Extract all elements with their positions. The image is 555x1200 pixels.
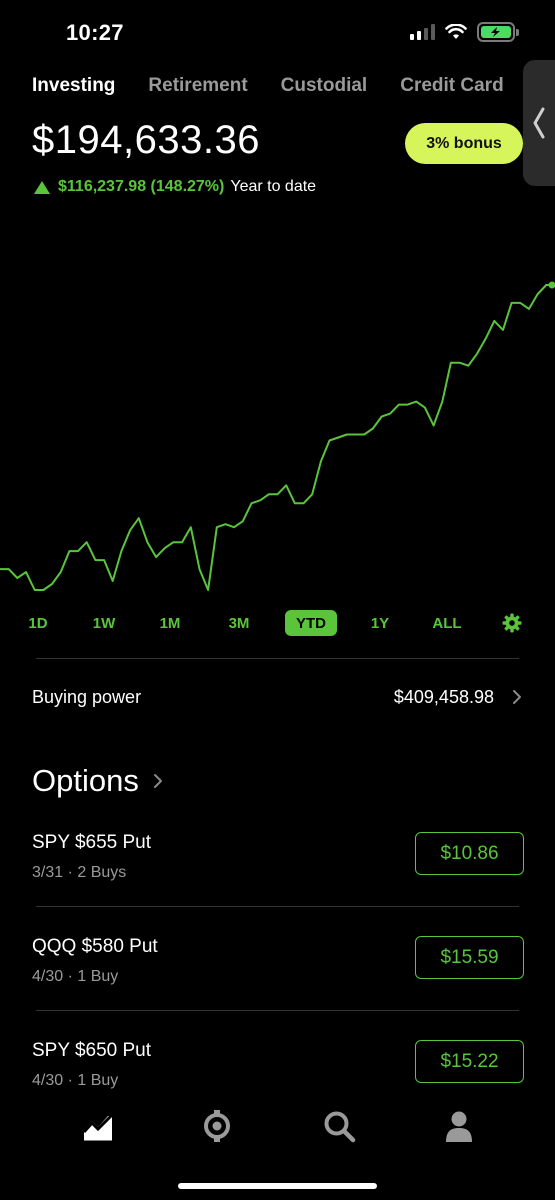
change-amount: $116,237.98 (148.27%) — [58, 178, 225, 195]
option-detail: 4/30 · 1 Buy — [32, 968, 119, 985]
chart-end-dot — [548, 281, 555, 289]
buying-power-label: Buying power — [32, 686, 142, 707]
up-arrow-icon — [34, 180, 50, 194]
range-1y[interactable]: 1Y — [362, 610, 398, 636]
option-price-button[interactable]: $15.22 — [415, 1040, 524, 1083]
portfolio-value: $194,633.36 — [32, 118, 260, 162]
divider — [36, 658, 519, 659]
divider — [36, 1010, 519, 1011]
option-price-button[interactable]: $15.59 — [415, 936, 524, 979]
chart-icon[interactable] — [80, 1108, 116, 1144]
home-indicator — [178, 1183, 377, 1189]
bottom-nav — [0, 1100, 555, 1160]
buying-power-value: $409,458.98 — [393, 686, 494, 707]
option-item[interactable]: QQQ $580 Put 4/30 · 1 Buy $15.59 — [32, 936, 524, 1026]
option-name: SPY $655 Put — [32, 832, 152, 853]
cellular-signal-icon — [410, 24, 435, 40]
option-name: SPY $650 Put — [32, 1040, 152, 1061]
range-ytd[interactable]: YTD — [285, 610, 337, 636]
account-icon[interactable] — [441, 1108, 477, 1144]
range-3m[interactable]: 3M — [220, 610, 258, 636]
divider — [36, 906, 519, 907]
gear-icon[interactable] — [502, 613, 522, 633]
wifi-icon — [445, 24, 467, 39]
side-panel-handle[interactable] — [523, 60, 555, 186]
range-selector: 1D 1W 1M 3M YTD 1Y ALL — [0, 610, 555, 638]
chart-line — [0, 284, 555, 591]
options-title: Options — [32, 763, 139, 798]
tab-credit-card[interactable]: Credit Card — [400, 75, 503, 97]
status-bar: 10:27 — [0, 0, 555, 64]
option-item[interactable]: SPY $655 Put 3/31 · 2 Buys $10.86 — [32, 832, 524, 922]
portfolio-change: $116,237.98 (148.27%) Year to date — [34, 178, 316, 196]
crypto-icon[interactable] — [199, 1108, 235, 1144]
options-header[interactable]: Options — [32, 763, 163, 799]
status-time: 10:27 — [66, 20, 124, 45]
portfolio-chart[interactable] — [0, 270, 555, 610]
chevron-right-icon — [153, 774, 162, 788]
tab-investing[interactable]: Investing — [32, 75, 115, 97]
range-all[interactable]: ALL — [426, 610, 468, 636]
option-name: QQQ $580 Put — [32, 936, 158, 957]
bonus-button[interactable]: 3% bonus — [405, 123, 523, 164]
search-icon[interactable] — [321, 1108, 357, 1144]
range-1d[interactable]: 1D — [20, 610, 56, 636]
chevron-left-icon — [533, 107, 545, 139]
option-detail: 3/31 · 2 Buys — [32, 864, 127, 881]
buying-power-row[interactable]: Buying power $409,458.98 — [32, 683, 522, 711]
tab-retirement[interactable]: Retirement — [148, 75, 247, 97]
range-1m[interactable]: 1M — [151, 610, 189, 636]
tab-custodial[interactable]: Custodial — [281, 75, 368, 97]
battery-icon — [477, 22, 519, 42]
account-tabs: Investing Retirement Custodial Credit Ca… — [32, 75, 537, 97]
status-icons — [410, 22, 519, 42]
chevron-right-icon — [513, 690, 521, 704]
range-1w[interactable]: 1W — [85, 610, 123, 636]
change-period: Year to date — [230, 178, 317, 195]
option-price-button[interactable]: $10.86 — [415, 832, 524, 875]
option-detail: 4/30 · 1 Buy — [32, 1072, 119, 1089]
